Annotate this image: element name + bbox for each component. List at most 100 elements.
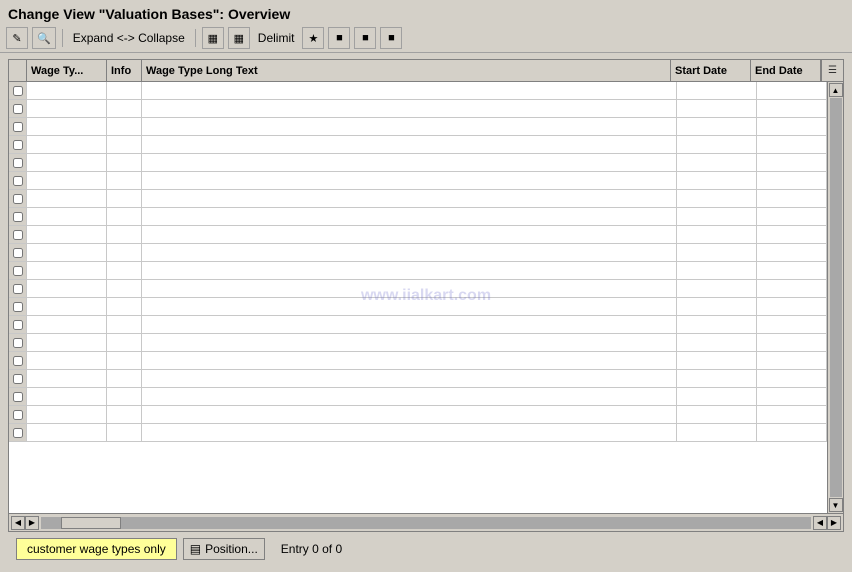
page-title: Change View "Valuation Bases": Overview xyxy=(8,6,290,22)
checkbox-8[interactable] xyxy=(13,230,23,240)
toolbar-icon-3[interactable]: ■ xyxy=(354,27,376,49)
checkbox-3[interactable] xyxy=(13,140,23,150)
copy-icon: ▦ xyxy=(208,32,218,45)
row-checkbox-2[interactable] xyxy=(9,118,27,135)
table-row[interactable] xyxy=(9,100,827,118)
cell-info-13 xyxy=(107,316,142,333)
row-checkbox-16[interactable] xyxy=(9,370,27,387)
position-label: Position... xyxy=(205,542,258,556)
table-row[interactable] xyxy=(9,316,827,334)
row-checkbox-10[interactable] xyxy=(9,262,27,279)
cell-end-date-8 xyxy=(757,226,827,243)
cell-end-date-2 xyxy=(757,118,827,135)
scroll-left-button[interactable]: ◀ xyxy=(11,516,25,530)
table-row[interactable] xyxy=(9,172,827,190)
position-button[interactable]: ▤ Position... xyxy=(183,538,265,560)
checkbox-15[interactable] xyxy=(13,356,23,366)
row-checkbox-7[interactable] xyxy=(9,208,27,225)
row-checkbox-3[interactable] xyxy=(9,136,27,153)
table-row[interactable] xyxy=(9,226,827,244)
h-scroll-track[interactable] xyxy=(41,517,811,529)
cell-long-text-0 xyxy=(142,82,677,99)
checkbox-18[interactable] xyxy=(13,410,23,420)
checkbox-5[interactable] xyxy=(13,176,23,186)
vertical-scrollbar[interactable]: ▲ ▼ xyxy=(827,82,843,513)
scroll-left-button-2[interactable]: ◀ xyxy=(813,516,827,530)
cell-start-date-19 xyxy=(677,424,757,441)
table-row[interactable] xyxy=(9,262,827,280)
table-row[interactable] xyxy=(9,388,827,406)
row-checkbox-9[interactable] xyxy=(9,244,27,261)
table-row[interactable] xyxy=(9,406,827,424)
scroll-down-button[interactable]: ▼ xyxy=(829,498,843,512)
cell-end-date-3 xyxy=(757,136,827,153)
table-row[interactable] xyxy=(9,208,827,226)
table-row[interactable] xyxy=(9,280,827,298)
row-checkbox-5[interactable] xyxy=(9,172,27,189)
checkbox-19[interactable] xyxy=(13,428,23,438)
paste-button[interactable]: ▦ xyxy=(228,27,250,49)
checkbox-1[interactable] xyxy=(13,104,23,114)
horizontal-scrollbar[interactable]: ◀ ▶ ◀ ▶ xyxy=(9,513,843,531)
toolbar-icon-1[interactable]: ★ xyxy=(302,27,324,49)
h-scroll-thumb[interactable] xyxy=(61,517,121,529)
row-checkbox-17[interactable] xyxy=(9,388,27,405)
row-checkbox-12[interactable] xyxy=(9,298,27,315)
row-checkbox-19[interactable] xyxy=(9,424,27,441)
checkbox-4[interactable] xyxy=(13,158,23,168)
checkbox-9[interactable] xyxy=(13,248,23,258)
row-checkbox-4[interactable] xyxy=(9,154,27,171)
toolbar-icon-2[interactable]: ■ xyxy=(328,27,350,49)
checkbox-2[interactable] xyxy=(13,122,23,132)
row-checkbox-18[interactable] xyxy=(9,406,27,423)
table-row[interactable] xyxy=(9,190,827,208)
table-row[interactable] xyxy=(9,298,827,316)
column-settings-icon[interactable]: ☰ xyxy=(821,60,843,81)
table-header: Wage Ty... Info Wage Type Long Text Star… xyxy=(9,60,843,82)
row-checkbox-13[interactable] xyxy=(9,316,27,333)
delimit-button[interactable]: Delimit xyxy=(254,29,299,47)
checkbox-14[interactable] xyxy=(13,338,23,348)
row-checkbox-6[interactable] xyxy=(9,190,27,207)
checkbox-16[interactable] xyxy=(13,374,23,384)
checkbox-13[interactable] xyxy=(13,320,23,330)
table-row[interactable] xyxy=(9,82,827,100)
scroll-right-button-2[interactable]: ▶ xyxy=(827,516,841,530)
customer-wage-types-button[interactable]: customer wage types only xyxy=(16,538,177,560)
table-row[interactable] xyxy=(9,424,827,442)
row-checkbox-0[interactable] xyxy=(9,82,27,99)
copy-table-button[interactable]: ▦ xyxy=(202,27,224,49)
checkbox-0[interactable] xyxy=(13,86,23,96)
checkbox-7[interactable] xyxy=(13,212,23,222)
cell-long-text-18 xyxy=(142,406,677,423)
row-checkbox-11[interactable] xyxy=(9,280,27,297)
cell-wage-type-2 xyxy=(27,118,107,135)
checkbox-12[interactable] xyxy=(13,302,23,312)
table-row[interactable] xyxy=(9,118,827,136)
toolbar-icon-4[interactable]: ■ xyxy=(380,27,402,49)
row-checkbox-15[interactable] xyxy=(9,352,27,369)
row-checkbox-1[interactable] xyxy=(9,100,27,117)
checkbox-11[interactable] xyxy=(13,284,23,294)
checkbox-10[interactable] xyxy=(13,266,23,276)
cell-wage-type-5 xyxy=(27,172,107,189)
search-button[interactable]: 🔍 xyxy=(32,27,56,49)
table-row[interactable] xyxy=(9,334,827,352)
checkbox-6[interactable] xyxy=(13,194,23,204)
scroll-right-button[interactable]: ▶ xyxy=(25,516,39,530)
table-row[interactable] xyxy=(9,370,827,388)
cell-long-text-4 xyxy=(142,154,677,171)
table-row[interactable] xyxy=(9,352,827,370)
cell-long-text-19 xyxy=(142,424,677,441)
table-row[interactable] xyxy=(9,154,827,172)
checkbox-17[interactable] xyxy=(13,392,23,402)
row-checkbox-14[interactable] xyxy=(9,334,27,351)
row-checkbox-8[interactable] xyxy=(9,226,27,243)
edit-button[interactable]: ✎ xyxy=(6,27,28,49)
table-row[interactable] xyxy=(9,136,827,154)
expand-collapse-button[interactable]: Expand <-> Collapse xyxy=(69,29,189,47)
cell-info-3 xyxy=(107,136,142,153)
scroll-track[interactable] xyxy=(830,98,842,497)
scroll-up-button[interactable]: ▲ xyxy=(829,83,843,97)
table-row[interactable] xyxy=(9,244,827,262)
